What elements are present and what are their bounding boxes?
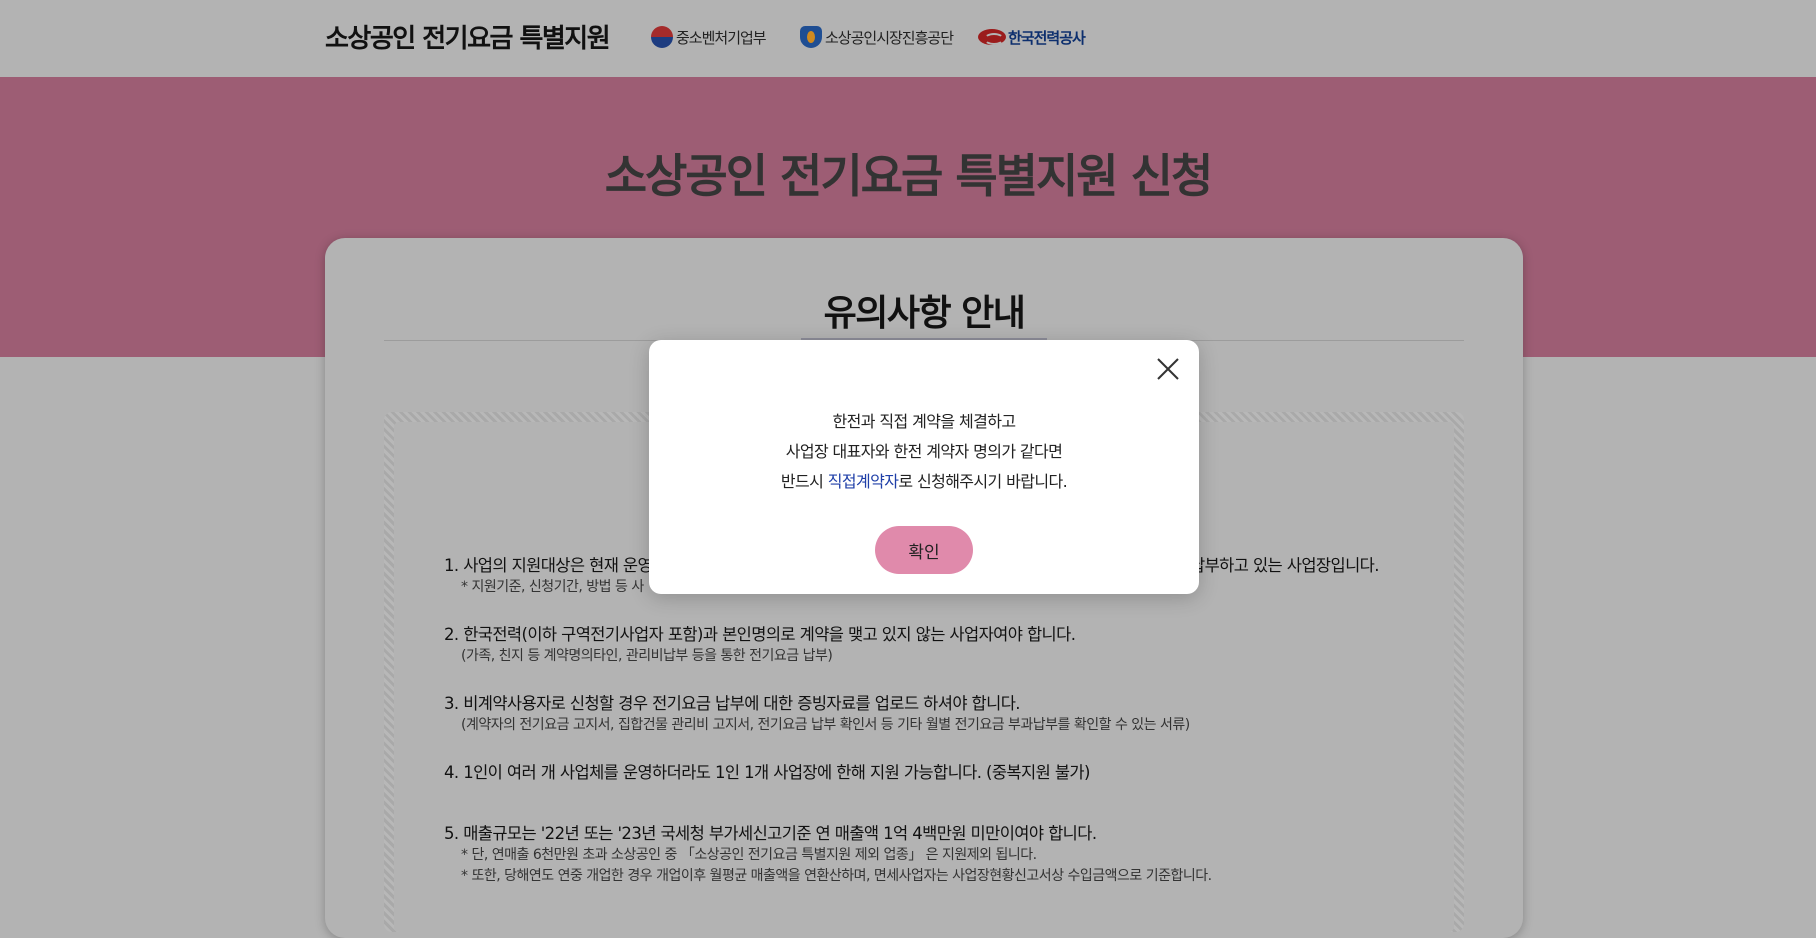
notice-item-3: 3. 비계약사용자로 신청할 경우 전기요금 납부에 대한 증빙자료를 업로드 … bbox=[444, 694, 1021, 713]
notice-item-2-sub: (가족, 친지 등 계약명의타인, 관리비납부 등을 통한 전기요금 납부) bbox=[461, 648, 833, 664]
semas-emblem-icon bbox=[800, 26, 822, 48]
notice-item-5-sub-2: * 또한, 당해연도 연중 개업한 경우 개업이후 월평균 매출액을 연환산하며… bbox=[461, 868, 1212, 884]
modal-message-suffix: 로 신청해주시기 바랍니다. bbox=[898, 472, 1068, 491]
notice-item-5: 5. 매출규모는 '22년 또는 '23년 국세청 부가세신고기준 연 매출액 … bbox=[444, 824, 1097, 843]
kepco-logo-icon bbox=[978, 29, 1006, 45]
notice-item-5-sub-1: * 단, 연매출 6천만원 초과 소상공인 중 「소상공인 전기요금 특별지원 … bbox=[461, 847, 1037, 863]
notice-item-2: 2. 한국전력(이하 구역전기사업자 포함)과 본인명의로 계약을 맺고 있지 … bbox=[444, 625, 1076, 644]
modal-message-line-3: 반드시 직접계약자로 신청해주시기 바랍니다. bbox=[649, 468, 1199, 492]
notice-item-3-sub: (계약자의 전기요금 고지서, 집합건물 관리비 고지서, 전기요금 납부 확인… bbox=[461, 717, 1190, 733]
org-name: 중소벤처기업부 bbox=[676, 28, 767, 47]
modal-message-prefix: 반드시 bbox=[780, 472, 828, 491]
direct-contractor-highlight: 직접계약자 bbox=[827, 472, 899, 491]
org-logo-mss[interactable]: 중소벤처기업부 bbox=[651, 25, 767, 49]
notice-item-1-tail: 납부하고 있는 사업장입니다. bbox=[1190, 556, 1380, 575]
org-name: 한국전력공사 bbox=[1008, 28, 1086, 47]
close-icon[interactable] bbox=[1155, 356, 1181, 382]
notice-heading: 유의사항 안내 bbox=[823, 293, 1026, 334]
site-brand-logo[interactable]: 소상공인 전기요금 특별지원 bbox=[325, 18, 611, 55]
modal-message-line-2: 사업장 대표자와 한전 계약자 명의가 같다면 bbox=[785, 442, 1063, 461]
org-name: 소상공인시장진흥공단 bbox=[825, 28, 954, 47]
notice-item-4: 4. 1인이 여러 개 사업체를 운영하더라도 1인 1개 사업장에 한해 지원… bbox=[444, 763, 1090, 782]
modal-message-line-1: 한전과 직접 계약을 체결하고 bbox=[832, 412, 1017, 431]
taegeuk-emblem-icon bbox=[651, 26, 673, 48]
top-header: 소상공인 전기요금 특별지원 중소벤처기업부 소상공인시장진흥공단 한국전력공사 bbox=[0, 0, 1816, 77]
org-logo-kepco[interactable]: 한국전력공사 bbox=[978, 25, 1086, 49]
org-logo-semas[interactable]: 소상공인시장진흥공단 bbox=[800, 25, 954, 49]
notice-item-1-sub: * 지원기준, 신청기간, 방법 등 사 bbox=[461, 579, 644, 595]
confirm-button[interactable]: 확인 bbox=[875, 526, 973, 574]
notice-item-1: 1. 사업의 지원대상은 현재 운영 bbox=[444, 556, 653, 575]
page-title: 소상공인 전기요금 특별지원 신청 bbox=[604, 149, 1214, 203]
